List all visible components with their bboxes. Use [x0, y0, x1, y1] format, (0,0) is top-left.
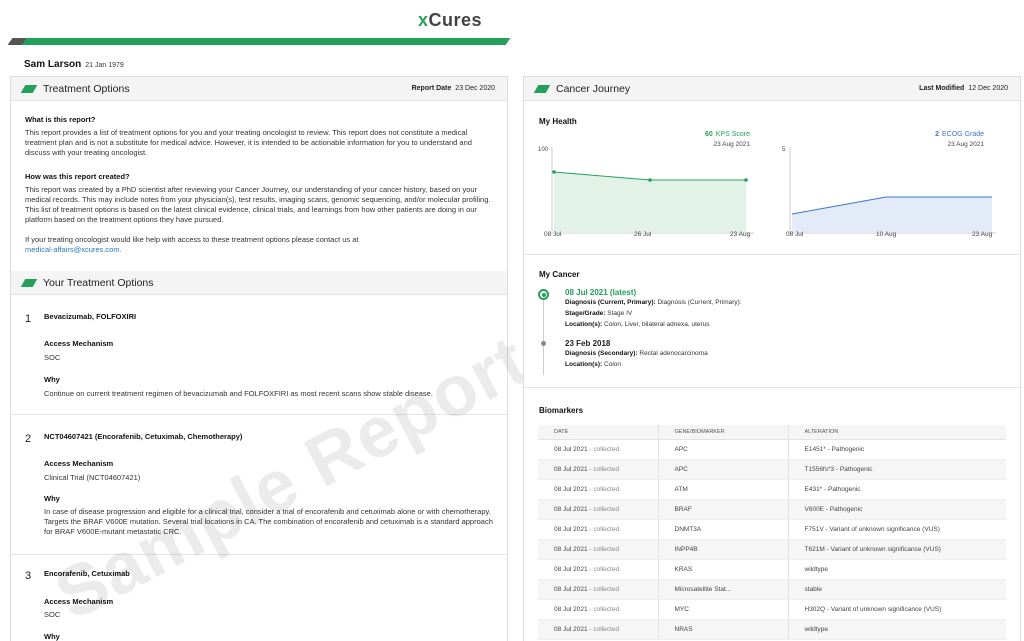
xcures-logo: xCures — [418, 10, 483, 30]
biomarker-date: 08 Jul 2021 - collected — [538, 479, 658, 500]
your-treatment-options-header: Your Treatment Options — [11, 271, 507, 295]
biomarker-gene: APC — [657, 459, 788, 480]
table-row: 08 Jul 2021 - collected APC T1556fs*3 - Pa… — [538, 459, 1006, 480]
panel-title: Treatment Options — [43, 82, 130, 95]
answer-text: This report was created by a PhD scienti… — [25, 185, 491, 224]
event-detail: Diagnosis (Current, Primary): Diagnosis … — [565, 299, 742, 306]
biomarker-alteration: T1556fs*3 - Pathogenic — [787, 459, 1006, 480]
event-detail: Location(s): Colon, Liver, bilateral adn… — [565, 321, 710, 328]
biomarker-gene: Microsatellite Stat... — [657, 579, 788, 600]
biomarker-date: 08 Jul 2021 - collected — [538, 559, 658, 580]
contact-email-link[interactable]: medical-affairs@xcures.com. — [25, 245, 493, 255]
table-header: DATE — [538, 425, 658, 440]
biomarker-alteration: stable — [787, 579, 1006, 600]
biomarkers-title: Biomarkers — [539, 406, 584, 415]
biomarker-alteration: wildtype — [787, 619, 1006, 640]
kps-score-label: 60 KPS Score — [704, 131, 750, 138]
treatment-item: 3 Encorafenib, Cetuximab Access Mechanis… — [25, 569, 130, 641]
table-row: 08 Jul 2021 - collected APC E1451* - Patho… — [538, 439, 1006, 460]
header-accent-bar — [7, 38, 511, 46]
answer-text: This report provides a list of treatment… — [25, 128, 472, 157]
table-row: 08 Jul 2021 - collected INPP4B T621M - Var… — [538, 539, 1006, 560]
event-detail: Location(s): Colon — [565, 361, 621, 368]
biomarker-date: 08 Jul 2021 - collected — [538, 599, 658, 620]
ecog-x-tick: 10 Aug — [876, 231, 897, 238]
table-row: 08 Jul 2021 - collected ATM E431* - Pathog… — [538, 479, 1006, 500]
question-heading: What is this report? — [25, 115, 96, 124]
biomarkers-table: DATE GENE/BIOMARKER ALTERATION 08 Jul 20… — [538, 425, 1006, 640]
kps-x-tick: 23 Aug — [730, 231, 751, 238]
treatment-options-header: Treatment Options Report Date 23 Dec 2020 — [11, 77, 507, 101]
table-row: 08 Jul 2021 - collected DNMT3A F751V - Var… — [538, 519, 1006, 540]
treatment-item: 1 Bevacizumab, FOLFOXIRI Access Mechanis… — [11, 295, 507, 415]
my-cancer-title: My Cancer — [539, 270, 580, 279]
kps-x-tick: 08 Jul — [544, 231, 562, 238]
biomarker-date: 08 Jul 2021 - collected — [538, 439, 658, 460]
kps-point — [744, 178, 748, 182]
biomarker-date: 08 Jul 2021 - collected — [538, 459, 658, 480]
patient-dob: 21 Jan 1979 — [85, 62, 124, 69]
kps-ymax: 100 — [538, 147, 549, 153]
event-detail: Diagnosis (Secondary): Rectal adenocarci… — [565, 350, 708, 357]
cancer-journey-header: Cancer Journey Last Modified 12 Dec 2020 — [524, 77, 1020, 101]
my-health-title: My Health — [539, 117, 577, 126]
treatment-options-panel: Treatment Options Report Date 23 Dec 2020… — [10, 76, 540, 641]
ecog-grade-label: 2 ECOG Grade — [935, 131, 984, 138]
kps-point — [552, 170, 556, 174]
timeline-dot-icon — [538, 289, 549, 300]
biomarker-date: 08 Jul 2021 - collected — [538, 499, 658, 520]
table-row: 08 Jul 2021 - collected MYC H302Q - Varian… — [538, 599, 1006, 620]
biomarker-date: 08 Jul 2021 - collected — [538, 519, 658, 540]
biomarker-gene: KRAS — [657, 559, 788, 580]
ecog-x-tick: 23 Aug — [972, 231, 993, 238]
biomarker-gene: BRAF — [657, 499, 788, 520]
biomarker-alteration: H302Q - Variant of unknown significance … — [787, 599, 1006, 620]
flag-icon — [20, 278, 38, 287]
treatment-item: 2 NCT04607421 (Encorafenib, Cetuximab, C… — [11, 415, 507, 555]
timeline-line — [543, 297, 544, 375]
biomarker-gene: APC — [657, 439, 788, 460]
biomarker-gene: INPP4B — [657, 539, 788, 560]
biomarker-alteration: E431* - Pathogenic — [787, 479, 1006, 500]
biomarker-alteration: V600E - Pathogenic — [787, 499, 1006, 520]
table-row: 08 Jul 2021 - collected BRAF V600E - Patho… — [538, 499, 1006, 520]
patient-name: Sam Larson — [24, 59, 82, 70]
biomarker-gene: ATM — [657, 479, 788, 500]
panel-title: Cancer Journey — [556, 82, 631, 95]
timeline-dot-icon — [541, 341, 546, 346]
ecog-ymax: 5 — [782, 147, 786, 153]
table-row: 08 Jul 2021 - collected NRAS wildtype — [538, 619, 1006, 640]
modified-date: 12 Dec 2020 — [968, 85, 1008, 92]
patient-header: Sam Larson 21 Jan 1979 — [24, 59, 124, 70]
biomarker-gene: NRAS — [657, 619, 788, 640]
flag-icon — [533, 84, 551, 93]
table-row: 08 Jul 2021 - collected Microsatellite St… — [538, 579, 1006, 600]
flag-icon — [20, 84, 38, 93]
kps-point — [648, 178, 652, 182]
biomarker-gene: MYC — [657, 599, 788, 620]
ecog-x-tick: 08 Jul — [786, 231, 804, 238]
event-detail: Stage/Grade: Stage IV — [565, 310, 633, 317]
table-header: ALTERATION — [787, 425, 1006, 440]
biomarker-date: 08 Jul 2021 - collected — [538, 539, 658, 560]
cancer-journey-panel: Cancer Journey Last Modified 12 Dec 2020 … — [523, 76, 1021, 641]
biomarker-alteration: T621M - Variant of unknown significance … — [787, 539, 1006, 560]
biomarker-date: 08 Jul 2021 - collected — [538, 579, 658, 600]
biomarker-alteration: F751V - Variant of unknown significance … — [787, 519, 1006, 540]
biomarker-gene: DNMT3A — [657, 519, 788, 540]
ecog-chart: 5 — [782, 147, 996, 234]
biomarker-date: 08 Jul 2021 - collected — [538, 619, 658, 640]
biomarker-alteration: E1451* - Pathogenic — [787, 439, 1006, 460]
event-date: 23 Feb 2018 — [565, 339, 611, 348]
biomarker-alteration: wildtype — [787, 559, 1006, 580]
report-date: 23 Dec 2020 — [455, 85, 495, 92]
ecog-area — [792, 197, 992, 233]
table-row: 08 Jul 2021 - collected KRAS wildtype — [538, 559, 1006, 580]
question-heading: How was this report created? — [25, 172, 130, 181]
event-date: 08 Jul 2021 (latest) — [565, 288, 637, 297]
kps-chart: 100 — [538, 147, 754, 234]
kps-x-tick: 26 Jul — [634, 231, 652, 238]
table-header: GENE/BIOMARKER — [657, 425, 788, 440]
contact-text: If your treating oncologist would like h… — [25, 235, 359, 244]
